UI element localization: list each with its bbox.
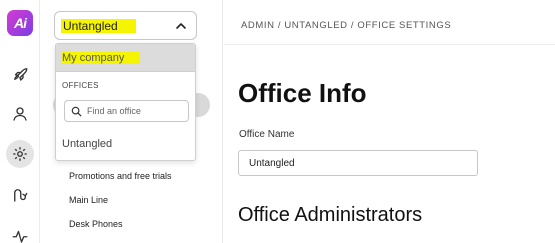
breadcrumb: ADMIN / UNTANGLED / OFFICE SETTINGS (241, 20, 452, 31)
route-icon[interactable] (6, 181, 34, 209)
page-title: Office Info (238, 78, 367, 108)
chevron-up-icon (176, 23, 186, 29)
office-name-label: Office Name (239, 129, 295, 140)
header-divider (224, 44, 555, 45)
office-selector[interactable]: Untangled (54, 11, 197, 40)
activity-icon[interactable] (6, 222, 34, 243)
dropdown-item-company[interactable]: My company (56, 44, 195, 72)
icon-rail: Ai (0, 0, 40, 243)
app-logo-text: Ai (14, 15, 27, 31)
office-name-input[interactable] (238, 150, 478, 176)
office-selector-value: Untangled (61, 19, 136, 33)
gear-icon[interactable] (6, 140, 34, 168)
offices-section-label: OFFICES (62, 81, 99, 90)
nav-item-promotions[interactable]: Promotions and free trials (69, 171, 172, 181)
dropdown-item-office[interactable]: Untangled (62, 138, 112, 150)
nav-item-desk-phones[interactable]: Desk Phones (69, 219, 123, 229)
office-search[interactable] (64, 100, 189, 122)
company-label: My company (62, 52, 141, 64)
nav-item-main-line[interactable]: Main Line (69, 195, 108, 205)
user-icon[interactable] (6, 100, 34, 128)
app-logo[interactable]: Ai (7, 10, 33, 36)
office-dropdown: My company OFFICES Untangled (55, 43, 196, 161)
rocket-icon[interactable] (6, 60, 34, 88)
office-administrators-title: Office Administrators (238, 204, 423, 226)
office-search-input[interactable] (87, 104, 185, 118)
search-icon (71, 106, 82, 117)
